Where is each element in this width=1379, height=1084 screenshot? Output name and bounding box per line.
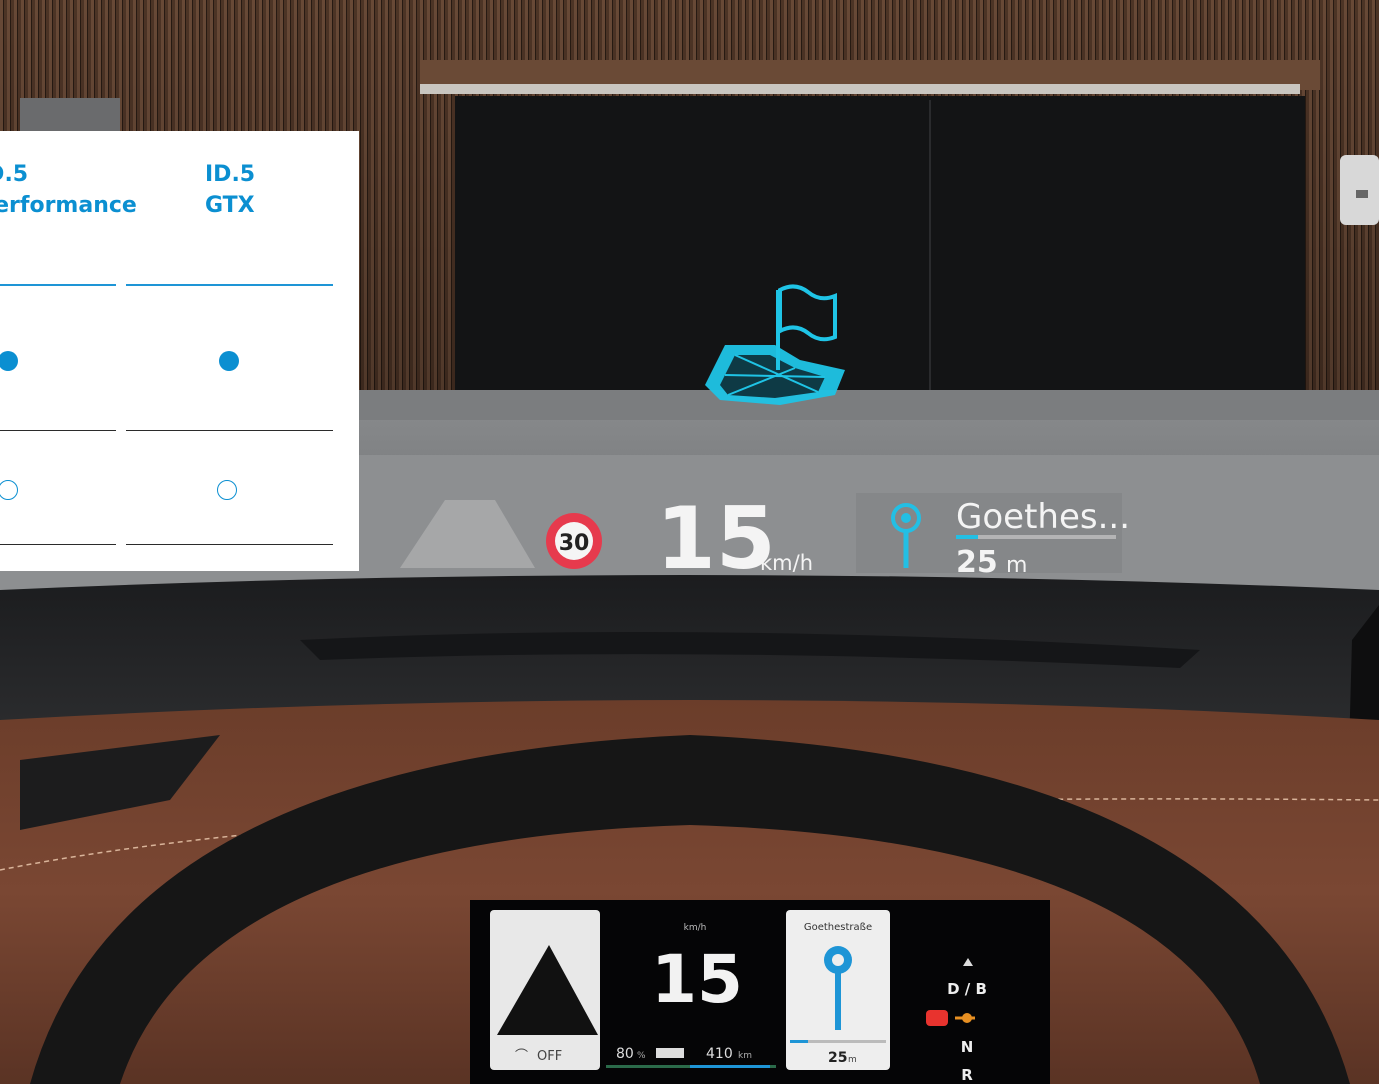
included-indicator-filled — [0, 351, 18, 371]
brake-indicator-icon — [926, 1010, 948, 1026]
cluster-assist-status: OFF — [537, 1049, 562, 1064]
cluster-speed-unit: km/h — [684, 923, 707, 933]
row-divider — [126, 430, 333, 431]
assist-icon: ⌒ — [515, 1049, 528, 1064]
header-divider — [0, 284, 116, 286]
cluster-distance: 25 — [828, 1050, 847, 1066]
hud-street-name: Goethes... — [956, 497, 1130, 537]
optional-indicator-empty — [0, 480, 18, 500]
hud-speed: 15 — [656, 489, 776, 589]
row-divider — [0, 430, 116, 431]
hud-distance-unit: m — [1006, 553, 1027, 578]
column-header-gtx: ID.5 GTX — [205, 162, 256, 218]
svg-text:km: km — [738, 1051, 752, 1061]
feature-comparison-table: ID.5 Performance ID.5 GTX — [0, 131, 359, 571]
svg-text:%: % — [637, 1051, 646, 1061]
svg-text:80: 80 — [616, 1046, 634, 1062]
cluster-speed: 15 — [651, 941, 743, 1018]
cluster-street-name: Goethestraße — [804, 922, 872, 933]
header-divider — [126, 284, 333, 286]
gear-neutral: N — [961, 1038, 974, 1056]
hud-speed-unit: km/h — [760, 551, 813, 575]
hud-speed-limit-value: 30 — [559, 531, 590, 556]
optional-indicator-empty — [217, 480, 237, 500]
battery-icon — [656, 1048, 684, 1058]
row-divider — [0, 544, 116, 545]
svg-text:410: 410 — [706, 1046, 733, 1062]
row-divider — [126, 544, 333, 545]
gear-drive: D / B — [947, 980, 987, 998]
cluster-distance-unit: m — [848, 1055, 857, 1065]
included-indicator-filled — [219, 351, 239, 371]
gear-reverse: R — [961, 1066, 973, 1084]
hud-distance-bar — [956, 535, 1116, 539]
hud-distance: 25 — [956, 545, 998, 580]
column-header-performance: ID.5 Performance — [0, 162, 137, 218]
hud-speed-limit-sign: 30 — [546, 513, 602, 569]
cluster-nav-panel: Goethestraße 25 m — [786, 910, 890, 1070]
cluster-lane-panel: OFF ⌒ — [490, 910, 600, 1070]
